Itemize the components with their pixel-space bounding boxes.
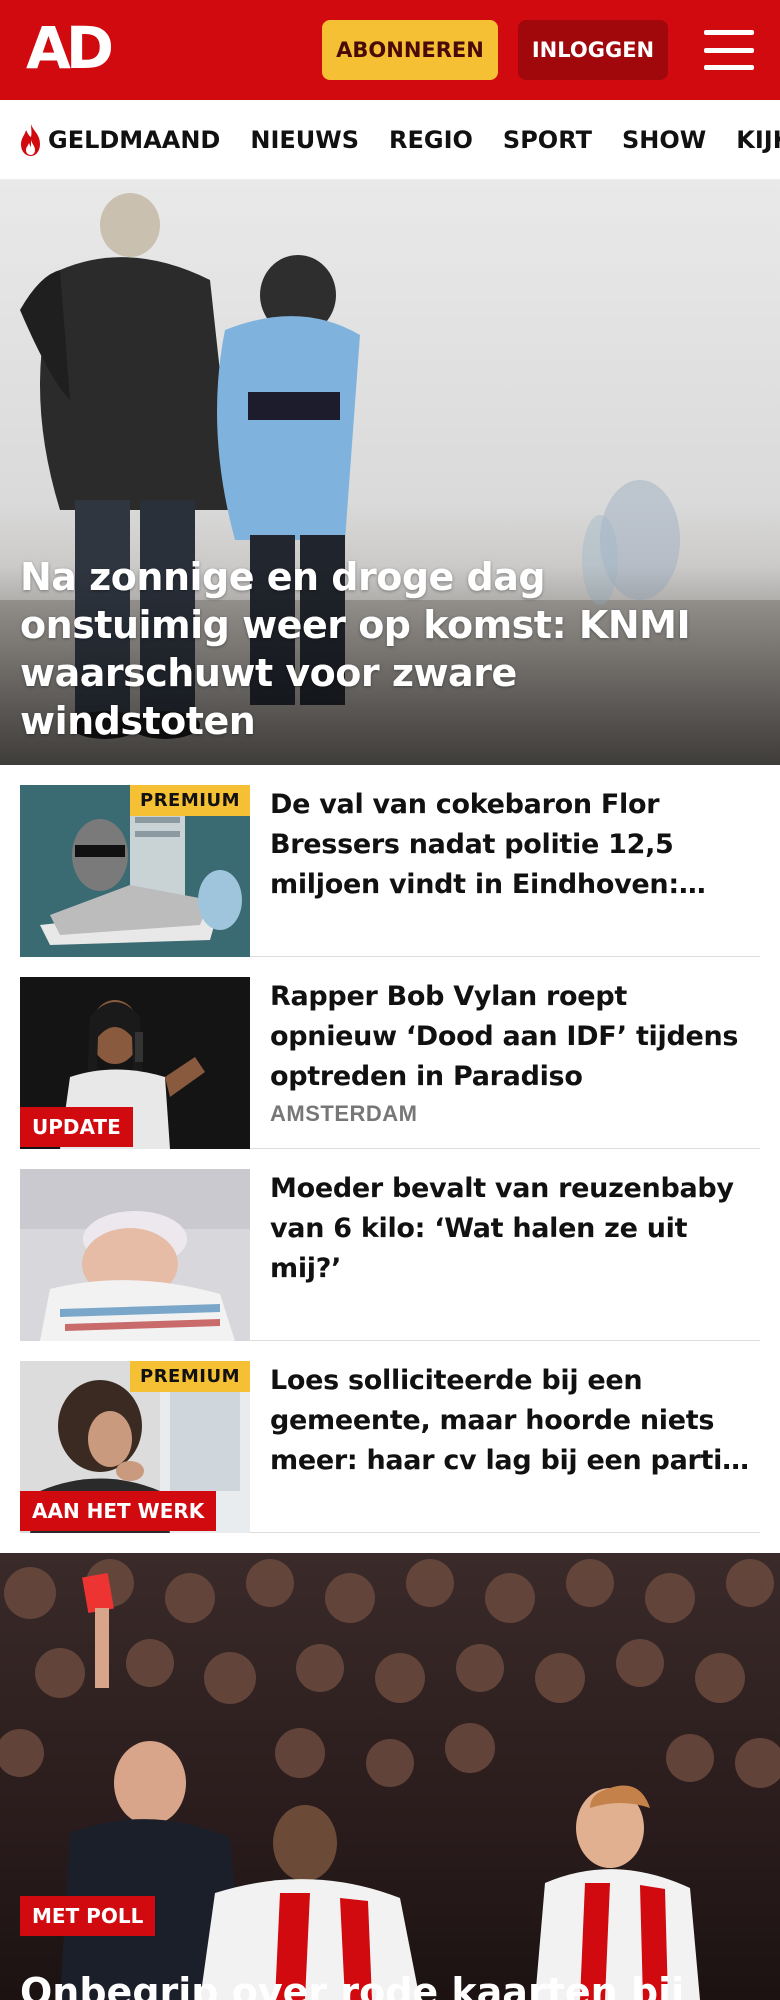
article-location: AMSTERDAM: [270, 1101, 418, 1126]
subscribe-button[interactable]: ABONNEREN: [322, 20, 498, 80]
article-list: PREMIUM De val van cokebaron Flor Bresse…: [20, 765, 760, 1533]
list-item[interactable]: PREMIUM De val van cokebaron Flor Bresse…: [20, 765, 760, 957]
article-title[interactable]: Rapper Bob Vylan roept opnieuw ‘Dood aan…: [270, 977, 750, 1097]
login-button[interactable]: INLOGGEN: [518, 20, 668, 80]
article-thumbnail: UPDATE: [20, 977, 250, 1149]
article-title[interactable]: Loes solliciteerde bij een gemeente, maa…: [270, 1361, 750, 1481]
article-thumbnail: PREMIUM: [20, 785, 250, 957]
poll-tag: MET POLL: [20, 1896, 156, 1936]
nav-item-show[interactable]: SHOW: [622, 126, 706, 154]
category-tag: AAN HET WERK: [20, 1491, 217, 1531]
nav-item-geldmaand[interactable]: GELDMAAND: [18, 123, 220, 157]
article-title[interactable]: Moeder bevalt van reuzenbaby van 6 kilo:…: [270, 1169, 750, 1289]
article-title[interactable]: De val van cokebaron Flor Bressers nadat…: [270, 785, 750, 905]
flame-icon: [21, 123, 40, 156]
nav-item-regio[interactable]: REGIO: [389, 126, 473, 154]
nav-item-kijk[interactable]: KIJK: [736, 126, 780, 154]
hero-article[interactable]: Na zonnige en droge dag onstuimig weer o…: [0, 180, 780, 765]
nav-item-sport[interactable]: SPORT: [503, 126, 592, 154]
article-thumbnail: PREMIUM AAN HET WERK: [20, 1361, 250, 1533]
premium-badge: PREMIUM: [130, 1361, 250, 1392]
feature-article[interactable]: MET POLL Onbegrip over rode kaarten bij: [0, 1553, 780, 2000]
hero-title[interactable]: Na zonnige en droge dag onstuimig weer o…: [20, 553, 720, 745]
hamburger-menu-icon[interactable]: [704, 30, 754, 70]
article-image: [20, 1169, 250, 1341]
list-item[interactable]: PREMIUM AAN HET WERK Loes solliciteerde …: [20, 1341, 760, 1533]
feature-title[interactable]: Onbegrip over rode kaarten bij: [20, 1968, 760, 2000]
article-thumbnail: [20, 1169, 250, 1341]
list-item[interactable]: UPDATE Rapper Bob Vylan roept opnieuw ‘D…: [20, 957, 760, 1149]
list-item[interactable]: Moeder bevalt van reuzenbaby van 6 kilo:…: [20, 1149, 760, 1341]
ad-logo[interactable]: AD: [26, 19, 114, 77]
update-tag: UPDATE: [20, 1107, 133, 1147]
main-nav: GELDMAAND NIEUWS REGIO SPORT SHOW KIJK: [0, 100, 780, 180]
nav-item-nieuws[interactable]: NIEUWS: [250, 126, 359, 154]
site-header: AD ABONNEREN INLOGGEN: [0, 0, 780, 100]
premium-badge: PREMIUM: [130, 785, 250, 816]
nav-label: GELDMAAND: [48, 125, 221, 154]
